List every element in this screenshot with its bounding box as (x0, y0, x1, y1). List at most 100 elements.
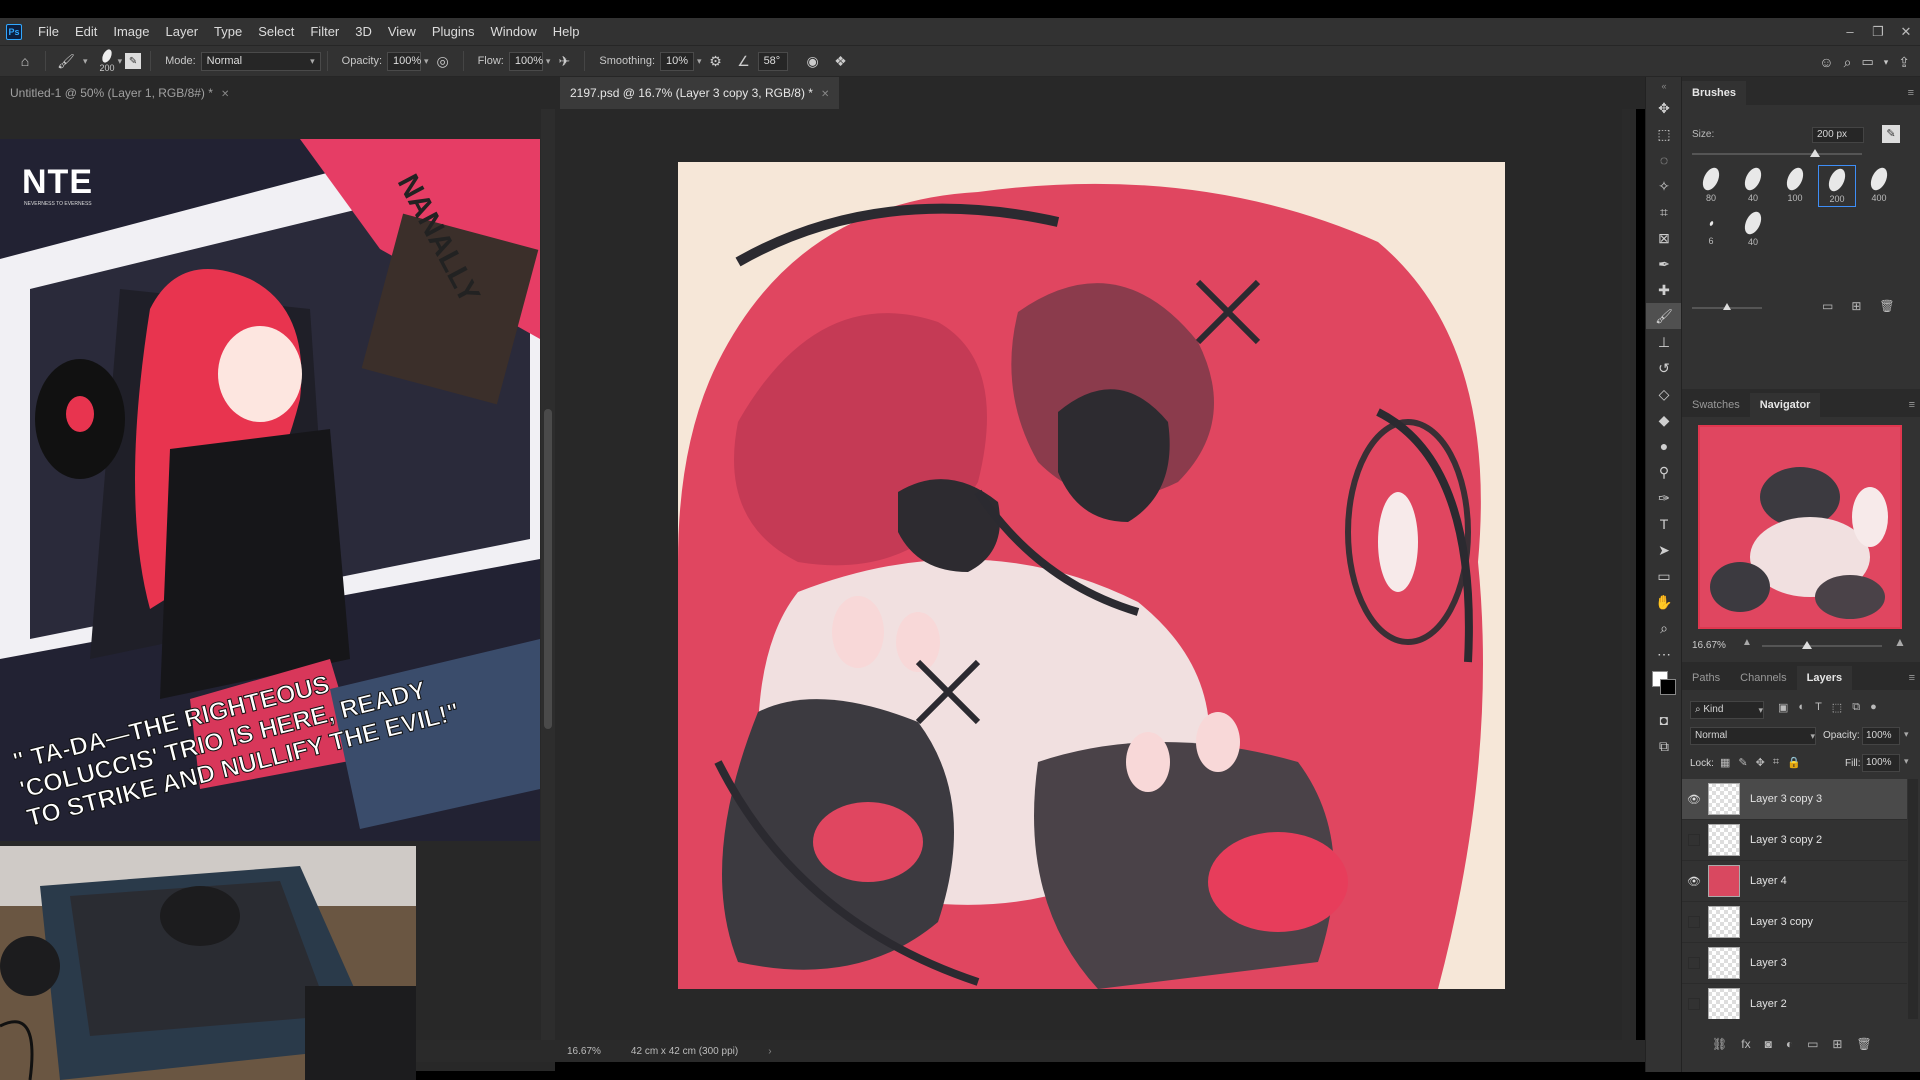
slider-handle[interactable] (1723, 303, 1731, 310)
visibility-toggle[interactable] (1688, 998, 1700, 1010)
panel-menu-icon[interactable]: ≡ (1909, 666, 1915, 690)
panel-menu-icon[interactable]: ≡ (1908, 81, 1914, 105)
main-document-view[interactable] (555, 109, 1633, 1049)
magic-wand-tool-icon[interactable]: ✧ (1646, 173, 1682, 199)
brush-preset[interactable]: 80 (1692, 165, 1730, 207)
filter-toggle-icon[interactable]: ● (1870, 701, 1877, 714)
close-window-icon[interactable]: ✕ (1892, 18, 1920, 45)
menu-window[interactable]: Window (482, 24, 544, 39)
dodge-tool-icon[interactable]: ⚲ (1646, 459, 1682, 485)
brush-preset[interactable]: 40 (1734, 165, 1772, 207)
menu-help[interactable]: Help (545, 24, 588, 39)
blend-mode-select[interactable]: Normal ▾ (1690, 727, 1816, 745)
navigator-zoom[interactable]: 16.67% (1692, 640, 1726, 651)
pen-tool-icon[interactable]: ✑ (1646, 485, 1682, 511)
marquee-tool-icon[interactable]: ⬚ (1646, 121, 1682, 147)
home-icon[interactable]: ⌂ (14, 50, 36, 72)
chevron-down-icon[interactable]: ▾ (697, 56, 702, 67)
menu-select[interactable]: Select (250, 24, 302, 39)
layer-name[interactable]: Layer 4 (1750, 875, 1787, 887)
tab-navigator[interactable]: Navigator (1749, 393, 1821, 417)
chevron-down-icon[interactable]: ▾ (1904, 756, 1909, 767)
lock-transparent-icon[interactable]: ▦ (1720, 756, 1730, 769)
tab-channels[interactable]: Channels (1730, 666, 1796, 690)
layer-row[interactable]: Layer 3 copy 2 (1682, 820, 1907, 861)
drawing-canvas[interactable] (678, 162, 1505, 989)
minimize-icon[interactable]: – (1836, 18, 1864, 45)
menu-type[interactable]: Type (206, 24, 250, 39)
filter-adjustment-icon[interactable]: ◐ (1798, 701, 1805, 714)
history-brush-tool-icon[interactable]: ↺ (1646, 355, 1682, 381)
chevron-down-icon[interactable]: ▾ (118, 56, 123, 67)
brush-size-field[interactable]: 200 px (1812, 127, 1864, 143)
chevron-right-icon[interactable]: › (768, 1046, 771, 1057)
symmetry-icon[interactable]: ❖ (830, 50, 852, 72)
move-tool-icon[interactable]: ✥ (1646, 95, 1682, 121)
pressure-opacity-icon[interactable]: ◎ (432, 50, 454, 72)
new-layer-icon[interactable]: ⊞ (1832, 1037, 1842, 1051)
brush-preset-selected[interactable]: 200 (1818, 165, 1856, 207)
layer-name[interactable]: Layer 3 copy 2 (1750, 834, 1822, 846)
slider-handle[interactable] (1802, 641, 1812, 649)
chevron-down-icon[interactable]: ▾ (1904, 729, 1909, 740)
fx-icon[interactable]: fx (1741, 1037, 1750, 1051)
fill-field[interactable]: 100% (1862, 754, 1900, 772)
layer-row[interactable]: Layer 3 (1682, 943, 1907, 984)
angle-field[interactable]: 58° (757, 51, 788, 71)
lock-all-icon[interactable]: 🔒 (1787, 756, 1801, 769)
tab-paths[interactable]: Paths (1682, 666, 1730, 690)
clone-stamp-tool-icon[interactable]: ⊥ (1646, 329, 1682, 355)
paint-bucket-tool-icon[interactable]: ◆ (1646, 407, 1682, 433)
chevron-down-icon[interactable]: ▾ (83, 56, 88, 67)
filter-type-icon[interactable]: T (1815, 701, 1822, 714)
gear-icon[interactable]: ⚙ (705, 50, 727, 72)
menu-layer[interactable]: Layer (158, 24, 207, 39)
status-zoom[interactable]: 16.67% (567, 1046, 601, 1057)
chevron-down-icon[interactable]: ▾ (546, 56, 551, 67)
link-layers-icon[interactable]: ⛓ (1712, 1037, 1727, 1051)
color-swatches[interactable] (1646, 667, 1682, 707)
rectangle-tool-icon[interactable]: ▭ (1646, 563, 1682, 589)
layer-name[interactable]: Layer 3 copy 3 (1750, 793, 1822, 805)
smoothing-field[interactable]: 10% (660, 51, 695, 71)
folder-icon[interactable]: ▭ (1822, 299, 1833, 313)
visibility-eye-icon[interactable]: 👁 (1682, 875, 1706, 888)
tab-swatches[interactable]: Swatches (1682, 393, 1750, 417)
filter-shape-icon[interactable]: ⬚ (1832, 701, 1842, 714)
menu-image[interactable]: Image (105, 24, 157, 39)
hand-tool-icon[interactable]: ✋ (1646, 589, 1682, 615)
menu-view[interactable]: View (380, 24, 424, 39)
brush-settings-icon[interactable]: ✎ (1882, 125, 1900, 143)
background-color[interactable] (1660, 679, 1676, 695)
filter-pixel-icon[interactable]: ▣ (1778, 701, 1788, 714)
close-icon[interactable]: ✕ (821, 89, 829, 100)
quick-mask-icon[interactable]: ◘ (1646, 707, 1682, 733)
filter-smart-object-icon[interactable]: ⧉ (1852, 701, 1860, 714)
menu-3d[interactable]: 3D (347, 24, 380, 39)
brush-settings-panel-icon[interactable]: ✎ (125, 53, 142, 69)
lock-artboard-icon[interactable]: ⌗ (1773, 756, 1779, 769)
tab-2197-psd[interactable]: 2197.psd @ 16.7% (Layer 3 copy 3, RGB/8)… (560, 77, 840, 109)
learn-icon[interactable]: ☺ (1819, 54, 1833, 70)
trash-icon[interactable]: 🗑 (1856, 1037, 1871, 1051)
menu-file[interactable]: File (30, 24, 67, 39)
brush-size-slider[interactable] (1692, 153, 1862, 155)
menu-filter[interactable]: Filter (302, 24, 347, 39)
layer-row[interactable]: 👁 Layer 4 (1682, 861, 1907, 902)
restore-icon[interactable]: ❐ (1864, 18, 1892, 45)
lasso-tool-icon[interactable]: ◌ (1646, 147, 1682, 173)
zoom-in-icon[interactable]: ▲ (1894, 635, 1906, 649)
new-brush-icon[interactable]: ⊞ (1851, 299, 1861, 313)
share-icon[interactable]: ⇪ (1898, 54, 1910, 71)
pressure-size-icon[interactable]: ◉ (802, 50, 824, 72)
more-tools-icon[interactable]: ⋯ (1646, 641, 1682, 667)
flow-field[interactable]: 100% (508, 51, 543, 71)
scrollbar-thumb[interactable] (544, 409, 552, 729)
tab-brushes[interactable]: Brushes (1682, 81, 1747, 105)
panel-menu-icon[interactable]: ≡ (1909, 393, 1915, 417)
layer-opacity-field[interactable]: 100% (1862, 727, 1900, 745)
layers-scrollbar[interactable] (1908, 779, 1918, 1019)
lock-position-icon[interactable]: ✥ (1756, 756, 1765, 769)
brush-size-picker[interactable]: 200 (100, 47, 115, 73)
visibility-toggle[interactable] (1688, 957, 1700, 969)
